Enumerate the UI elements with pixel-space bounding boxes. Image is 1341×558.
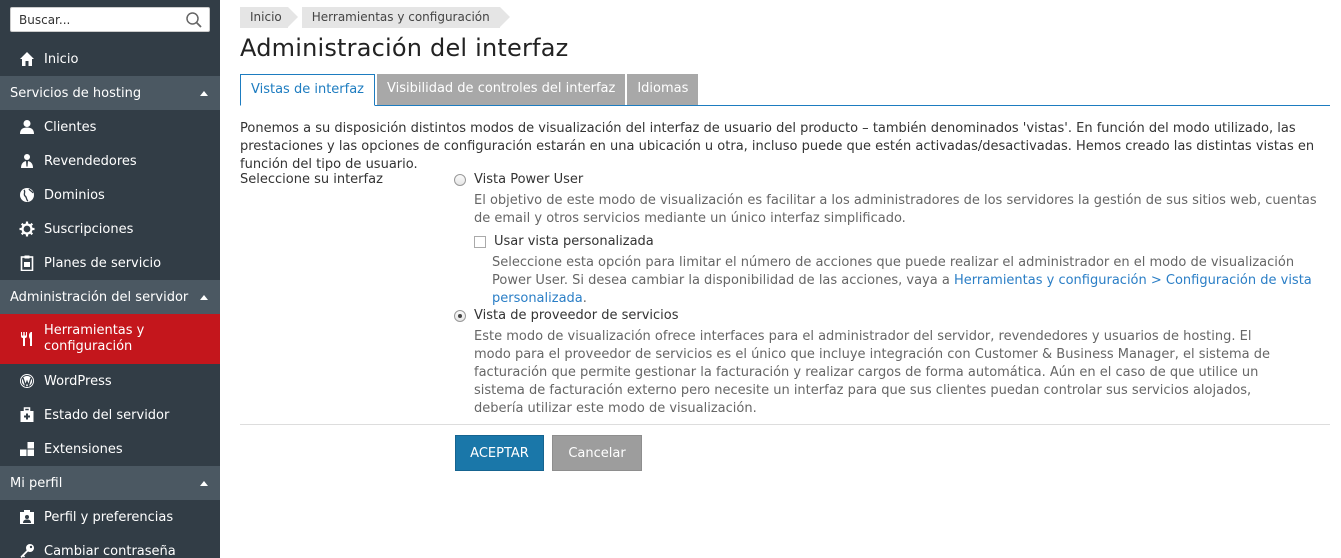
section-header-hosting[interactable]: Servicios de hosting [0, 76, 220, 110]
breadcrumb: Inicio Herramientas y configuración [240, 7, 514, 28]
sidebar-item-label: Planes de servicio [44, 255, 162, 271]
page-title: Administración del interfaz [240, 34, 569, 62]
tools-icon [18, 330, 36, 348]
tab-visibilidad-controles[interactable]: Visibilidad de controles del interfaz [377, 74, 626, 105]
sidebar-item-label: Cambiar contraseña [44, 543, 176, 558]
sidebar-item-label: Clientes [44, 119, 97, 135]
sidebar-item-estado[interactable]: Estado del servidor [0, 398, 220, 432]
globe-icon [18, 186, 36, 204]
caret-up-icon [200, 294, 208, 300]
form-divider [240, 424, 1330, 425]
section-title: Mi perfil [10, 475, 63, 491]
sidebar-item-clientes[interactable]: Clientes [0, 110, 220, 144]
sidebar-item-inicio[interactable]: Inicio [0, 42, 220, 76]
sidebar-item-suscripciones[interactable]: Suscripciones [0, 212, 220, 246]
power-user-label: Vista Power User [474, 172, 584, 187]
sidebar-item-label: WordPress [44, 373, 112, 389]
sidebar-item-label: Dominios [44, 187, 105, 203]
user-icon [18, 118, 36, 136]
custom-view-label: Usar vista personalizada [494, 234, 654, 249]
key-icon [18, 542, 36, 558]
sidebar-item-extensiones[interactable]: Extensiones [0, 432, 220, 466]
custom-view-help: Seleccione esta opción para limitar el n… [492, 254, 1322, 308]
reseller-icon [18, 152, 36, 170]
section-header-profile[interactable]: Mi perfil [0, 466, 220, 500]
server-status-icon [18, 406, 36, 424]
sidebar-item-dominios[interactable]: Dominios [0, 178, 220, 212]
caret-up-icon [200, 90, 208, 96]
interface-select-label: Seleccione su interfaz [240, 172, 383, 187]
sidebar-item-label: Revendedores [44, 153, 137, 169]
service-provider-help: Este modo de visualización ofrece interf… [474, 329, 1271, 416]
extensions-icon [18, 440, 36, 458]
tab-vistas-interfaz[interactable]: Vistas de interfaz [240, 74, 376, 106]
sidebar-item-label: Inicio [44, 51, 79, 67]
option-power-user[interactable]: Vista Power User [454, 172, 583, 187]
sidebar-item-contrasena[interactable]: Cambiar contraseña [0, 534, 220, 558]
sidebar-item-label: Suscripciones [44, 221, 134, 237]
sidebar-item-planes[interactable]: Planes de servicio [0, 246, 220, 280]
profile-icon [18, 508, 36, 526]
sidebar-item-revendedores[interactable]: Revendedores [0, 144, 220, 178]
sidebar-item-perfil[interactable]: Perfil y preferencias [0, 500, 220, 534]
section-title: Servicios de hosting [10, 85, 142, 101]
sidebar-item-herramientas[interactable]: Herramientas y configuración [0, 314, 220, 364]
custom-view-checkbox[interactable] [474, 235, 486, 248]
power-user-help: El objetivo de este modo de visualizació… [474, 193, 1317, 226]
home-icon [18, 50, 36, 68]
sidebar-item-label: Extensiones [44, 441, 123, 457]
sidebar-nav: Inicio Servicios de hosting Clientes Rev… [0, 42, 220, 558]
sidebar-item-label: Perfil y preferencias [44, 509, 174, 525]
power-user-radio[interactable] [454, 173, 466, 186]
breadcrumb-item-herramientas[interactable]: Herramientas y configuración [301, 7, 510, 28]
search-input[interactable] [11, 8, 176, 31]
custom-view-help-suffix: . [582, 291, 587, 306]
sidebar-item-wordpress[interactable]: WordPress [0, 364, 220, 398]
page-description: Ponemos a su disposición distintos modos… [240, 121, 1315, 172]
sidebar: Inicio Servicios de hosting Clientes Rev… [0, 0, 220, 558]
section-title: Administración del servidor [10, 289, 189, 305]
cancel-button[interactable]: Cancelar [552, 435, 642, 471]
plan-icon [18, 254, 36, 272]
sidebar-item-label: Estado del servidor [44, 407, 170, 423]
sidebar-item-label: Herramientas y configuración [44, 323, 145, 354]
gear-icon [18, 220, 36, 238]
accept-button[interactable]: ACEPTAR [455, 435, 544, 471]
breadcrumb-item-inicio[interactable]: Inicio [240, 7, 298, 28]
tab-idiomas[interactable]: Idiomas [627, 74, 699, 105]
option-service-provider[interactable]: Vista de proveedor de servicios [454, 308, 679, 323]
search-icon[interactable] [185, 11, 203, 29]
main-content: Inicio Herramientas y configuración Admi… [240, 0, 1330, 558]
section-header-server-admin[interactable]: Administración del servidor [0, 280, 220, 314]
option-custom-view[interactable]: Usar vista personalizada [474, 234, 654, 249]
service-provider-label: Vista de proveedor de servicios [474, 308, 679, 323]
service-provider-radio[interactable] [454, 309, 466, 322]
search-box [10, 7, 210, 32]
tab-bar: Vistas de interfaz Visibilidad de contro… [240, 74, 1330, 106]
wordpress-icon [18, 372, 36, 390]
caret-up-icon [200, 480, 208, 486]
